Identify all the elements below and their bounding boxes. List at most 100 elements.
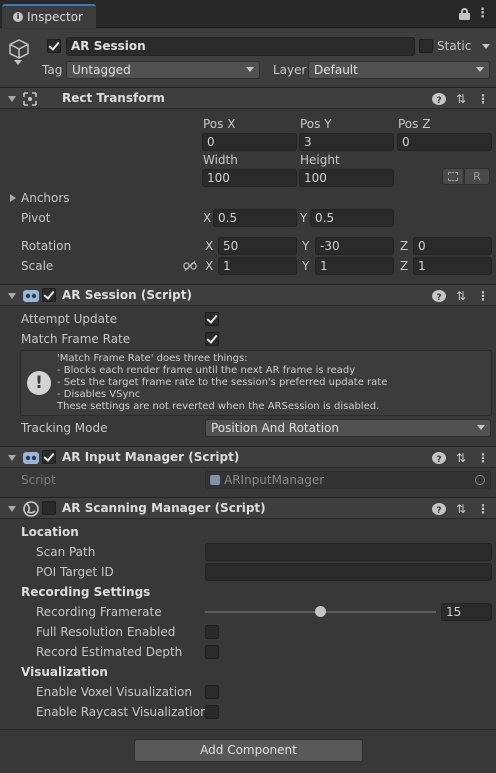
static-checkbox[interactable] xyxy=(419,39,433,53)
height-field[interactable]: 100 xyxy=(299,169,394,187)
full-resolution-label: Full Resolution Enabled xyxy=(36,625,176,639)
scan-path-field[interactable] xyxy=(205,543,492,561)
layer-value: Default xyxy=(314,63,358,77)
globe-script-icon xyxy=(23,501,39,517)
icon-dropdown-arrow[interactable] xyxy=(14,60,22,65)
anchors-foldout-icon[interactable] xyxy=(10,194,16,202)
cube-icon xyxy=(9,39,29,59)
pos-y-field[interactable]: 3 xyxy=(299,133,394,151)
voxel-visualization-checkbox[interactable] xyxy=(205,685,219,699)
scale-x-field[interactable]: 1 xyxy=(218,257,297,275)
help-icon[interactable]: ? xyxy=(432,91,446,107)
static-label: Static xyxy=(437,39,472,53)
dotted-rect-icon xyxy=(448,172,458,181)
pos-x-field[interactable]: 0 xyxy=(202,133,297,151)
rotation-x-field[interactable]: 50 xyxy=(218,237,297,255)
preset-icon[interactable]: ⇅ xyxy=(454,288,468,304)
layer-dropdown[interactable]: Default xyxy=(308,61,490,79)
preset-icon[interactable]: ⇅ xyxy=(454,450,468,466)
estimated-depth-checkbox[interactable] xyxy=(205,645,219,659)
foldout-arrow-icon[interactable] xyxy=(8,96,16,102)
raycast-visualization-checkbox[interactable] xyxy=(205,705,219,719)
unlinked-scale-icon[interactable] xyxy=(183,261,197,271)
scale-y-field[interactable]: 1 xyxy=(315,257,394,275)
anchors-label[interactable]: Anchors xyxy=(21,190,70,206)
tab-menu-icon[interactable]: ⋮ xyxy=(476,6,489,21)
pos-x-label: Pos X xyxy=(203,117,236,131)
framerate-field[interactable]: 15 xyxy=(441,603,492,621)
component-menu-icon[interactable]: ⋮ xyxy=(476,501,490,517)
help-line: - Disables VSync xyxy=(57,389,141,400)
gameobject-name-field[interactable]: AR Session xyxy=(66,37,415,56)
scale-x-letter: X xyxy=(205,259,214,273)
estimated-depth-label: Record Estimated Depth xyxy=(36,645,183,659)
foldout-arrow-icon[interactable] xyxy=(8,455,16,461)
foldout-arrow-icon[interactable] xyxy=(8,506,16,512)
script-file-icon xyxy=(210,475,220,485)
component-menu-icon[interactable]: ⋮ xyxy=(476,91,490,107)
ar-session-enabled-checkbox[interactable] xyxy=(42,288,56,302)
component-menu-icon[interactable]: ⋮ xyxy=(476,450,490,466)
help-line: - Sets the target frame rate to the sess… xyxy=(57,377,388,388)
poi-target-field[interactable] xyxy=(205,563,492,581)
pivot-y-field[interactable]: 0.5 xyxy=(310,209,394,227)
tab-title: Inspector xyxy=(27,10,83,24)
ar-session-header[interactable]: AR Session (Script) ? ⇅ ⋮ xyxy=(0,284,496,306)
separator xyxy=(0,729,496,730)
raycast-visualization-label: Enable Raycast Visualization xyxy=(36,705,208,719)
tag-label: Tag xyxy=(42,63,63,77)
ar-session-title: AR Session (Script) xyxy=(62,288,192,302)
gameobject-active-checkbox[interactable] xyxy=(47,39,61,53)
ar-input-manager-enabled-checkbox[interactable] xyxy=(42,450,56,464)
foldout-arrow-icon[interactable] xyxy=(8,293,16,299)
script-label: Script xyxy=(21,473,56,487)
help-icon[interactable]: ? xyxy=(432,501,446,517)
rotation-y-letter: Y xyxy=(302,239,310,253)
ar-scanning-manager-enabled-checkbox[interactable] xyxy=(42,501,56,515)
ar-input-manager-header[interactable]: AR Input Manager (Script) ? ⇅ ⋮ xyxy=(0,446,496,468)
lock-icon[interactable] xyxy=(459,8,470,20)
static-dropdown-arrow[interactable] xyxy=(482,44,490,49)
rect-transform-title: Rect Transform xyxy=(62,91,165,105)
add-component-button[interactable]: Add Component xyxy=(134,739,363,762)
poi-target-label: POI Target ID xyxy=(36,565,114,579)
preset-icon[interactable]: ⇅ xyxy=(454,91,468,107)
help-line: 'Match Frame Rate' does three things: xyxy=(57,353,248,364)
help-line: - Blocks each render frame until the nex… xyxy=(57,365,356,376)
width-field[interactable]: 100 xyxy=(202,169,297,187)
pivot-label: Pivot xyxy=(21,211,51,225)
component-menu-icon[interactable]: ⋮ xyxy=(476,288,490,304)
pos-y-label: Pos Y xyxy=(300,117,332,131)
rotation-z-field[interactable]: 0 xyxy=(413,237,492,255)
tab-inspector[interactable]: i Inspector xyxy=(2,4,96,28)
tracking-mode-value: Position And Rotation xyxy=(211,421,339,435)
ar-scanning-manager-header[interactable]: AR Scanning Manager (Script) ? ⇅ ⋮ xyxy=(0,497,496,519)
raw-edit-button[interactable]: R xyxy=(464,168,490,185)
full-resolution-checkbox[interactable] xyxy=(205,625,219,639)
rotation-z-letter: Z xyxy=(400,239,409,253)
rect-transform-header[interactable]: Rect Transform ? ⇅ ⋮ xyxy=(0,87,496,109)
blueprint-mode-button[interactable] xyxy=(442,168,464,185)
framerate-slider-thumb[interactable] xyxy=(315,606,326,617)
script-icon xyxy=(23,452,39,464)
info-icon: i xyxy=(13,12,23,22)
help-icon[interactable]: ? xyxy=(432,288,446,304)
pos-z-field[interactable]: 0 xyxy=(397,133,492,151)
scale-y-letter: Y xyxy=(302,259,310,273)
help-icon[interactable]: ? xyxy=(432,450,446,466)
attempt-update-checkbox[interactable] xyxy=(205,312,219,326)
rotation-y-field[interactable]: -30 xyxy=(315,237,394,255)
pivot-x-field[interactable]: 0.5 xyxy=(213,209,297,227)
object-picker-icon[interactable] xyxy=(475,475,485,485)
tag-dropdown[interactable]: Untagged xyxy=(66,61,260,79)
scale-label: Scale xyxy=(21,259,54,273)
rotation-label: Rotation xyxy=(21,239,72,253)
tracking-mode-dropdown[interactable]: Position And Rotation xyxy=(205,419,491,437)
script-object-field[interactable]: ARInputManager xyxy=(205,471,491,489)
preset-icon[interactable]: ⇅ xyxy=(454,501,468,517)
scale-z-field[interactable]: 1 xyxy=(413,257,492,275)
tag-value: Untagged xyxy=(72,63,131,77)
match-frame-rate-checkbox[interactable] xyxy=(205,332,219,346)
chevron-down-icon xyxy=(477,425,485,430)
pivot-x-letter: X xyxy=(203,211,212,225)
